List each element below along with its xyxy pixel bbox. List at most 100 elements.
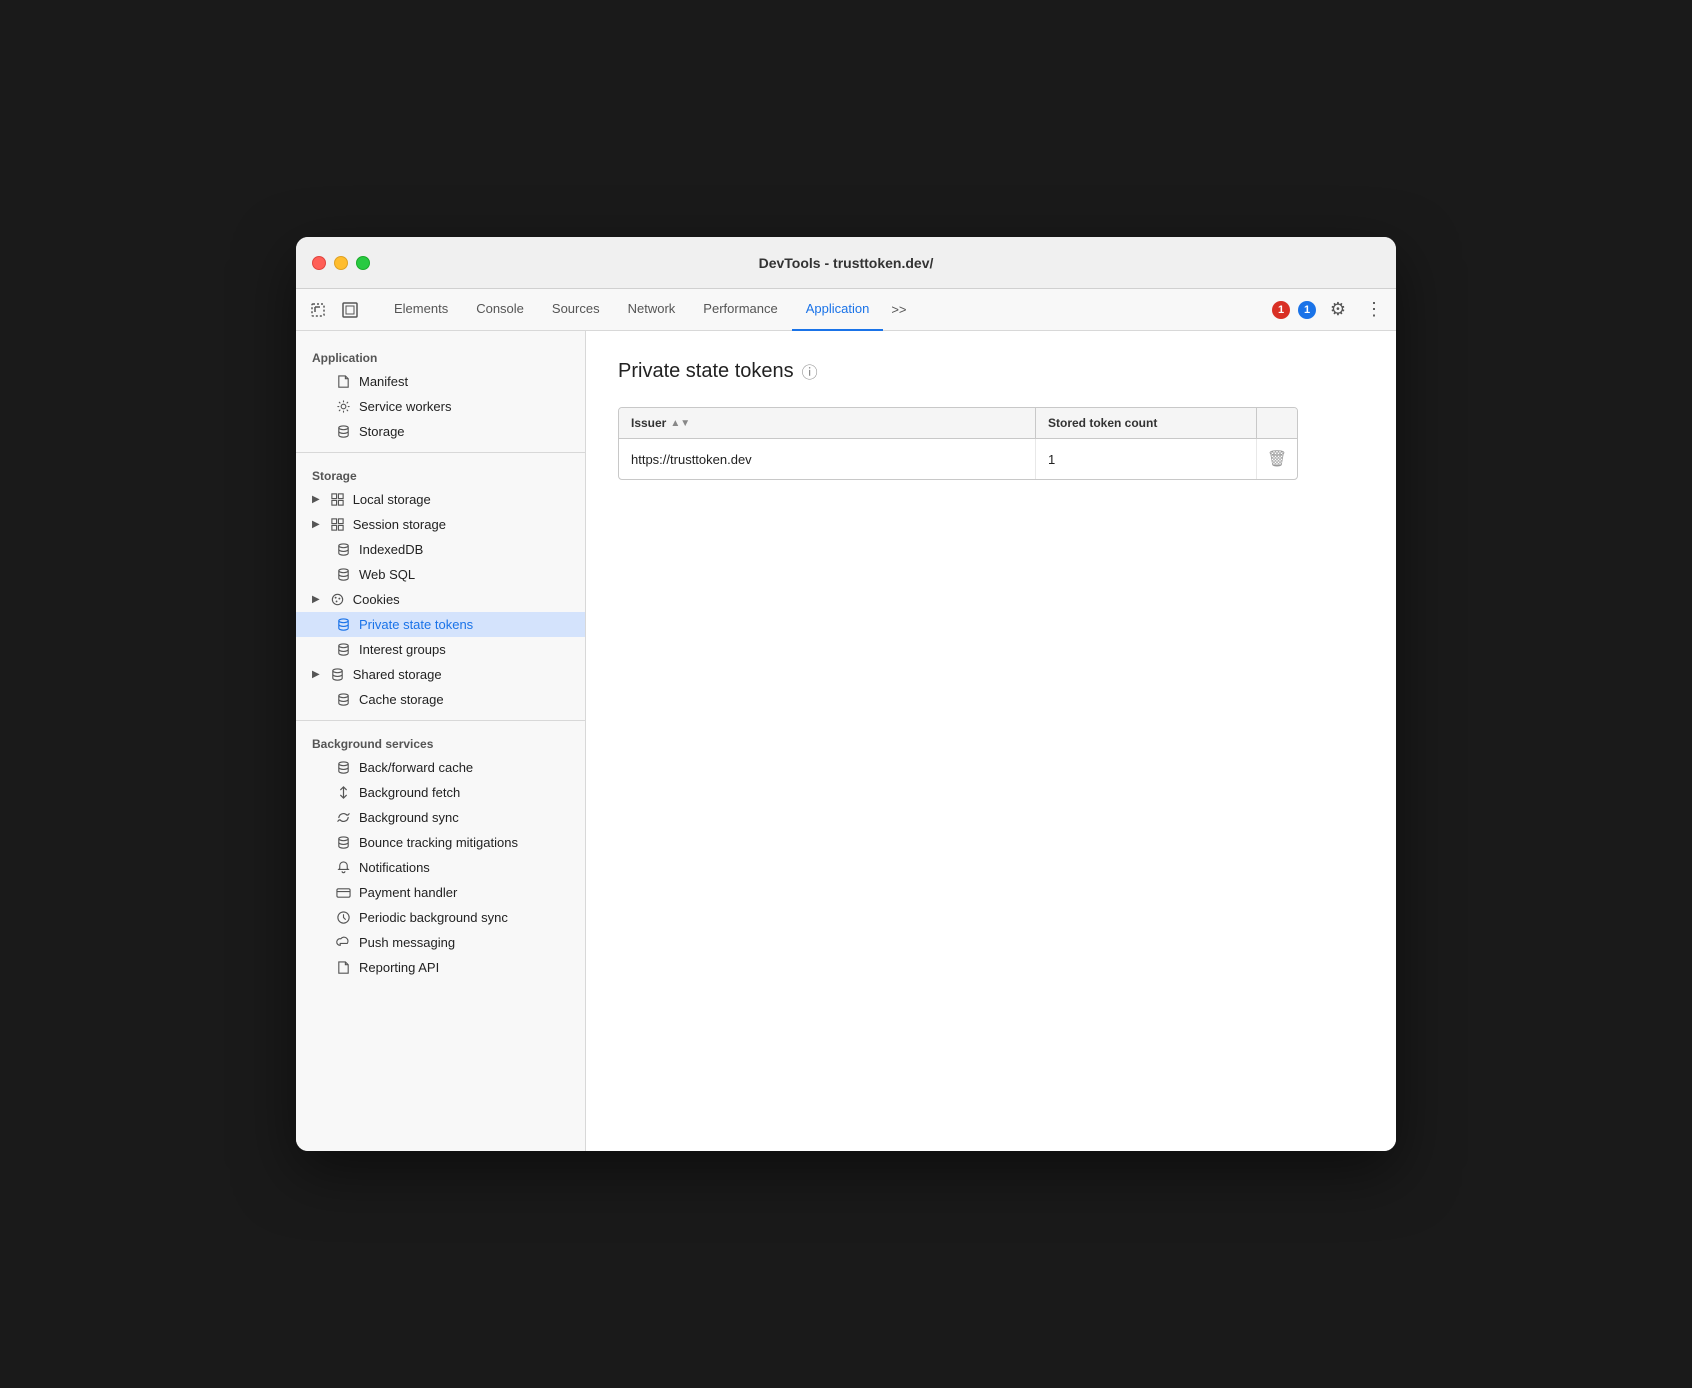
- sidebar-item-shared-storage[interactable]: ▶ Shared storage: [296, 662, 585, 687]
- sidebar-item-bounce-tracking-label: Bounce tracking mitigations: [359, 835, 518, 850]
- sidebar-item-reporting-api-label: Reporting API: [359, 960, 439, 975]
- database-icon: [336, 424, 351, 439]
- section-label-storage: Storage: [296, 461, 585, 487]
- database-icon-indexeddb: [336, 542, 351, 557]
- arrow-right-icon-shared: ▶: [312, 669, 320, 680]
- sidebar-item-local-storage[interactable]: ▶ Local storage: [296, 487, 585, 512]
- error-count: 1: [1272, 301, 1290, 319]
- database-icon-private: [336, 617, 351, 632]
- titlebar: DevTools - trusttoken.dev/: [296, 237, 1396, 289]
- section-label-application: Application: [296, 343, 585, 369]
- table-row: https://trusttoken.dev 1 🗑: [619, 439, 1297, 479]
- sidebar-item-back-forward-cache-label: Back/forward cache: [359, 760, 473, 775]
- sidebar-item-session-storage[interactable]: ▶ Session storage: [296, 512, 585, 537]
- sidebar-item-manifest[interactable]: Manifest: [296, 369, 585, 394]
- gear-icon: [336, 399, 351, 414]
- column-header-actions: [1257, 408, 1297, 438]
- column-issuer-label: Issuer: [631, 416, 666, 430]
- cell-issuer: https://trusttoken.dev: [619, 439, 1036, 479]
- toolbar-icon-group: [304, 296, 376, 324]
- section-label-background-services: Background services: [296, 729, 585, 755]
- cloud-icon: [336, 935, 351, 950]
- info-badge[interactable]: 1: [1298, 301, 1316, 319]
- database-icon-bounce: [336, 835, 351, 850]
- sidebar-item-indexeddb-label: IndexedDB: [359, 542, 423, 557]
- delete-icon[interactable]: 🗑: [1265, 447, 1289, 471]
- traffic-lights: [312, 256, 370, 270]
- bell-icon: [336, 860, 351, 875]
- sidebar-item-private-state-tokens-label: Private state tokens: [359, 617, 473, 632]
- file-icon: [336, 374, 351, 389]
- sidebar-item-background-sync-label: Background sync: [359, 810, 459, 825]
- toolbar: Elements Console Sources Network Perform…: [296, 289, 1396, 331]
- sidebar-item-background-fetch[interactable]: Background fetch: [296, 780, 585, 805]
- window-title: DevTools - trusttoken.dev/: [759, 255, 934, 271]
- sidebar-item-background-sync[interactable]: Background sync: [296, 805, 585, 830]
- divider-2: [296, 720, 585, 721]
- sidebar-item-web-sql[interactable]: Web SQL: [296, 562, 585, 587]
- sidebar-item-cookies[interactable]: ▶ Cookies: [296, 587, 585, 612]
- sidebar-item-periodic-background-sync[interactable]: Periodic background sync: [296, 905, 585, 930]
- more-options-icon[interactable]: ⋮: [1360, 296, 1388, 324]
- sidebar-item-notifications[interactable]: Notifications: [296, 855, 585, 880]
- sync-icon: [336, 810, 351, 825]
- inspect-icon[interactable]: [336, 296, 364, 324]
- sidebar-item-interest-groups-label: Interest groups: [359, 642, 446, 657]
- cookie-icon: [330, 592, 345, 607]
- data-table: Issuer ▲▼ Stored token count https://tru…: [618, 407, 1298, 480]
- arrow-updown-icon: [336, 785, 351, 800]
- database-icon-bfc: [336, 760, 351, 775]
- sidebar-item-push-messaging[interactable]: Push messaging: [296, 930, 585, 955]
- sidebar-item-shared-storage-label: Shared storage: [353, 667, 442, 682]
- tab-elements[interactable]: Elements: [380, 289, 462, 331]
- clock-icon: [336, 910, 351, 925]
- database-icon-shared: [330, 667, 345, 682]
- grid-icon-local: [330, 492, 345, 507]
- sort-icon: ▲▼: [670, 418, 690, 429]
- sidebar-item-notifications-label: Notifications: [359, 860, 430, 875]
- grid-icon-session: [330, 517, 345, 532]
- close-button[interactable]: [312, 256, 326, 270]
- page-title: Private state tokens: [618, 360, 794, 383]
- error-badge[interactable]: 1: [1272, 301, 1290, 319]
- card-icon: [336, 885, 351, 900]
- sidebar-item-cache-storage[interactable]: Cache storage: [296, 687, 585, 712]
- sidebar-item-web-sql-label: Web SQL: [359, 567, 415, 582]
- more-tabs-button[interactable]: >>: [883, 289, 914, 331]
- maximize-button[interactable]: [356, 256, 370, 270]
- column-header-issuer[interactable]: Issuer ▲▼: [619, 408, 1036, 438]
- sidebar-item-private-state-tokens[interactable]: Private state tokens: [296, 612, 585, 637]
- tab-sources[interactable]: Sources: [538, 289, 614, 331]
- toolbar-tabs: Elements Console Sources Network Perform…: [380, 289, 1264, 331]
- devtools-window: DevTools - trusttoken.dev/ Elements Cons…: [296, 237, 1396, 1151]
- file-icon-reporting: [336, 960, 351, 975]
- toolbar-right: 1 1 ⚙ ⋮: [1264, 296, 1388, 324]
- tab-application[interactable]: Application: [792, 289, 884, 331]
- content-title: Private state tokens ⓘ: [618, 359, 1364, 383]
- info-icon[interactable]: ⓘ: [802, 359, 818, 383]
- sidebar-item-service-workers-label: Service workers: [359, 399, 451, 414]
- minimize-button[interactable]: [334, 256, 348, 270]
- sidebar-item-reporting-api[interactable]: Reporting API: [296, 955, 585, 980]
- sidebar-item-cookies-label: Cookies: [353, 592, 400, 607]
- column-header-token-count: Stored token count: [1036, 408, 1257, 438]
- sidebar-item-indexeddb[interactable]: IndexedDB: [296, 537, 585, 562]
- cell-actions: 🗑: [1257, 439, 1297, 479]
- sidebar-item-local-storage-label: Local storage: [353, 492, 431, 507]
- sidebar-item-storage-app-label: Storage: [359, 424, 405, 439]
- sidebar-item-storage-app[interactable]: Storage: [296, 419, 585, 444]
- sidebar-item-payment-handler-label: Payment handler: [359, 885, 457, 900]
- sidebar-item-payment-handler[interactable]: Payment handler: [296, 880, 585, 905]
- database-icon-cache: [336, 692, 351, 707]
- sidebar-item-interest-groups[interactable]: Interest groups: [296, 637, 585, 662]
- sidebar-item-bounce-tracking[interactable]: Bounce tracking mitigations: [296, 830, 585, 855]
- sidebar-item-back-forward-cache[interactable]: Back/forward cache: [296, 755, 585, 780]
- tab-network[interactable]: Network: [614, 289, 690, 331]
- tab-performance[interactable]: Performance: [689, 289, 791, 331]
- tab-console[interactable]: Console: [462, 289, 538, 331]
- sidebar: Application Manifest Service: [296, 331, 586, 1151]
- settings-icon[interactable]: ⚙: [1324, 296, 1352, 324]
- sidebar-item-service-workers[interactable]: Service workers: [296, 394, 585, 419]
- cursor-icon[interactable]: [304, 296, 332, 324]
- sidebar-item-push-messaging-label: Push messaging: [359, 935, 455, 950]
